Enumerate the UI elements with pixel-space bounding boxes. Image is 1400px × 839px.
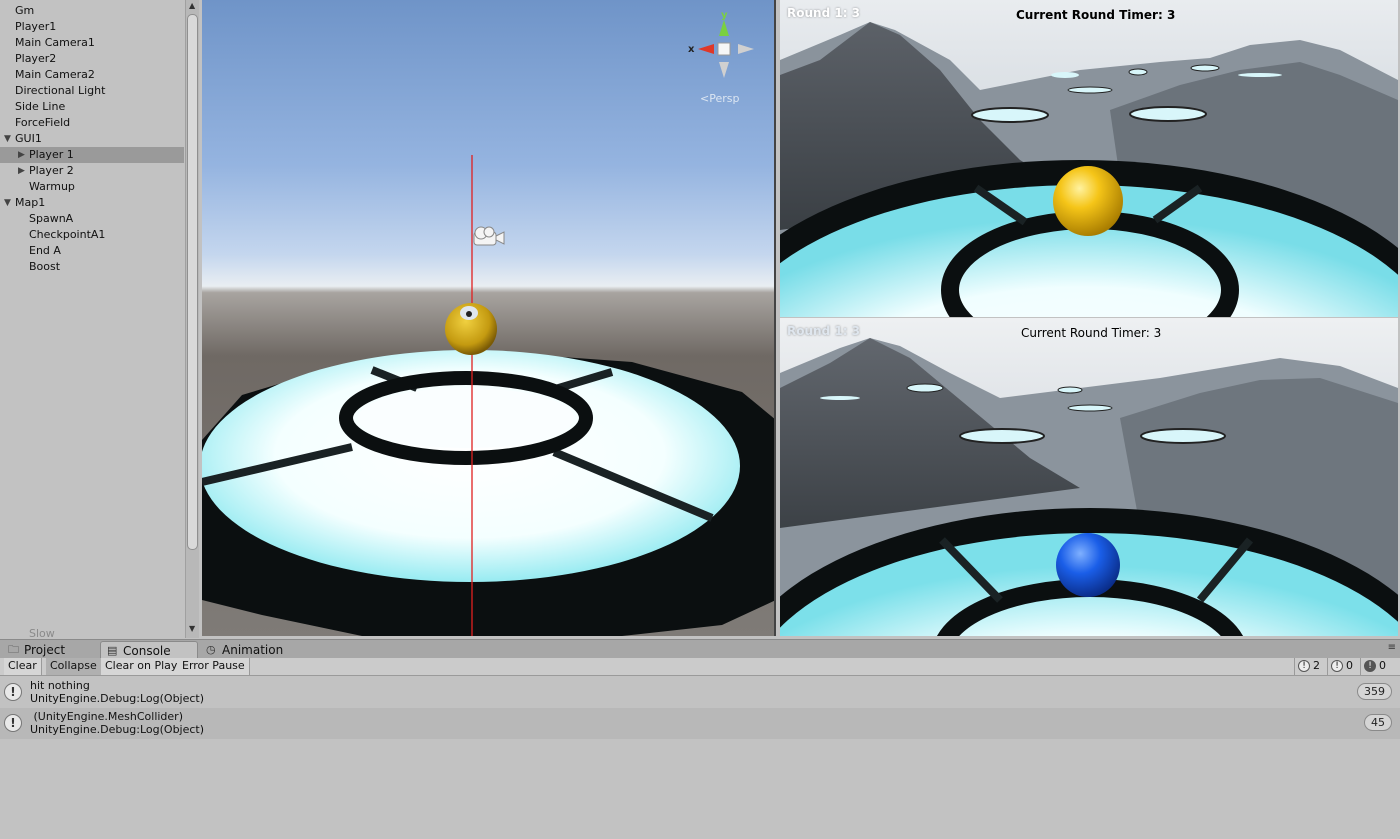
round-timer-label: Current Round Timer: 3 (1021, 326, 1162, 340)
info-icon: ! (4, 714, 22, 732)
hierarchy-item[interactable]: Main Camera2 (0, 67, 184, 83)
camera-gizmo-icon (473, 226, 505, 246)
hierarchy-item[interactable]: End A (0, 243, 184, 259)
tab-project[interactable]: 🗀 Project (2, 641, 98, 659)
hierarchy-item[interactable]: Player2 (0, 51, 184, 67)
hierarchy-panel: Gm Player1 Main Camera1 Player2 Main Camera2… (0, 0, 200, 640)
hierarchy-item[interactable]: Boost (0, 259, 184, 275)
expand-arrow-icon[interactable]: ▼ (4, 131, 11, 147)
collapse-count-badge: 45 (1364, 714, 1392, 731)
log-message: hit nothing (30, 679, 90, 692)
hierarchy-item-label: Player 1 (29, 148, 74, 161)
hierarchy-item[interactable]: Side Line (0, 99, 184, 115)
game-view-player2[interactable]: Round 1: 3 Current Round Timer: 3 (780, 318, 1398, 636)
hierarchy-item[interactable]: ▼ Map1 (0, 195, 184, 211)
console-toolbar: Clear Collapse Clear on Play Error Pause… (0, 658, 1400, 676)
round-timer-label: Current Round Timer: 3 (1016, 8, 1176, 22)
error-pause-button[interactable]: Error Pause (178, 658, 250, 675)
panel-menu-icon[interactable]: ≡ (1388, 642, 1396, 653)
hierarchy-item-label: End A (29, 244, 61, 257)
hierarchy-item-label: GUI1 (15, 132, 42, 145)
hierarchy-item-label: Side Line (15, 100, 66, 113)
game-canvas-bottom (780, 318, 1398, 636)
info-icon: ! (4, 683, 22, 701)
clock-icon: ◷ (206, 643, 216, 656)
warning-count: 0 (1346, 659, 1353, 672)
collapse-button[interactable]: Collapse (46, 658, 102, 675)
scene-canvas (202, 155, 774, 636)
scrollbar-thumb[interactable] (187, 14, 198, 550)
orientation-gizmo[interactable]: y x (686, 8, 756, 86)
hierarchy-item-label: Player 2 (29, 164, 74, 177)
hierarchy-item[interactable]: ▶ Player 1 (0, 147, 184, 163)
expand-arrow-icon[interactable]: ▼ (4, 195, 11, 211)
console-log-list: ! hit nothing UnityEngine.Debug:Log(Obje… (0, 677, 1400, 839)
log-count-toggle[interactable]: ! 2 (1294, 658, 1324, 675)
player2-ball (1056, 533, 1120, 597)
warning-icon: ! (1331, 660, 1343, 672)
clear-on-play-button[interactable]: Clear on Play (101, 658, 183, 675)
error-icon: ! (1364, 660, 1376, 672)
round-label: Round 1: 3 (787, 324, 861, 338)
hierarchy-item-label: Main Camera2 (15, 68, 95, 81)
log-trace: UnityEngine.Debug:Log(Object) (30, 692, 205, 705)
log-trace: UnityEngine.Debug:Log(Object) (30, 723, 205, 736)
hierarchy-item[interactable]: Gm (0, 3, 184, 19)
tab-console[interactable]: ▤ Console (100, 641, 198, 659)
warning-count-toggle[interactable]: ! 0 (1327, 658, 1357, 675)
hierarchy-item[interactable]: ForceField (0, 115, 184, 131)
console-entry[interactable]: ! (UnityEngine.MeshCollider) UnityEngine… (0, 708, 1400, 739)
hierarchy-item[interactable]: CheckpointA1 (0, 227, 184, 243)
hierarchy-item[interactable]: Directional Light (0, 83, 184, 99)
hierarchy-item-label: Player1 (15, 20, 57, 33)
hierarchy-item-label: Player2 (15, 52, 57, 65)
log-count: 2 (1313, 659, 1320, 672)
tab-label: Console (123, 644, 171, 658)
hierarchy-item-label: Boost (29, 260, 61, 273)
hierarchy-item[interactable]: ▼ GUI1 (0, 131, 184, 147)
log-message: (UnityEngine.MeshCollider) (30, 710, 183, 723)
game-view-player1[interactable]: Round 1: 3 Current Round Timer: 3 (780, 0, 1398, 317)
scroll-up-icon[interactable]: ▲ (189, 1, 195, 10)
folder-icon: 🗀 (8, 643, 19, 656)
hierarchy-item[interactable]: Warmup (0, 179, 184, 195)
hierarchy-item[interactable]: Main Camera1 (0, 35, 184, 51)
hierarchy-item-label: Warmup (29, 180, 75, 193)
hierarchy-item[interactable]: Player1 (0, 19, 184, 35)
gizmo-y-label: y (721, 10, 728, 21)
hierarchy-scrollbar[interactable]: ▲ ▼ (185, 0, 199, 638)
tab-label: Animation (222, 643, 284, 657)
console-entry[interactable]: ! hit nothing UnityEngine.Debug:Log(Obje… (0, 677, 1400, 708)
game-canvas-top (780, 0, 1398, 317)
bottom-tab-bar: 🗀 Project ▤ Console ◷ Animation ≡ (0, 639, 1400, 659)
gizmo-x-label: x (688, 44, 695, 55)
hierarchy-item-label: CheckpointA1 (29, 228, 106, 241)
collapse-arrow-icon[interactable]: ▶ (18, 163, 25, 179)
hierarchy-item[interactable]: ▶ Player 2 (0, 163, 184, 179)
collapse-count-badge: 359 (1357, 683, 1392, 700)
hierarchy-item[interactable]: SpawnA (0, 211, 184, 227)
hierarchy-item-label: Directional Light (15, 84, 106, 97)
hierarchy-list: Gm Player1 Main Camera1 Player2 Main Camera2… (0, 3, 184, 275)
hierarchy-item-label: ForceField (15, 116, 71, 129)
hierarchy-item-label: Map1 (15, 196, 46, 209)
hierarchy-item-label: Main Camera1 (15, 36, 95, 49)
tab-animation[interactable]: ◷ Animation (200, 641, 310, 659)
scroll-down-icon[interactable]: ▼ (189, 624, 195, 633)
hierarchy-item-label: Gm (15, 4, 35, 17)
hierarchy-item-label: SpawnA (29, 212, 74, 225)
round-label: Round 1: 3 (787, 6, 861, 20)
collapse-arrow-icon[interactable]: ▶ (18, 147, 25, 163)
error-count: 0 (1379, 659, 1386, 672)
scene-view[interactable] (202, 0, 776, 636)
projection-label[interactable]: <Persp (700, 92, 739, 105)
clear-button[interactable]: Clear (4, 658, 42, 675)
error-count-toggle[interactable]: ! 0 (1360, 658, 1390, 675)
info-icon: ! (1298, 660, 1310, 672)
tab-label: Project (24, 643, 66, 657)
player1-ball (1053, 166, 1123, 236)
